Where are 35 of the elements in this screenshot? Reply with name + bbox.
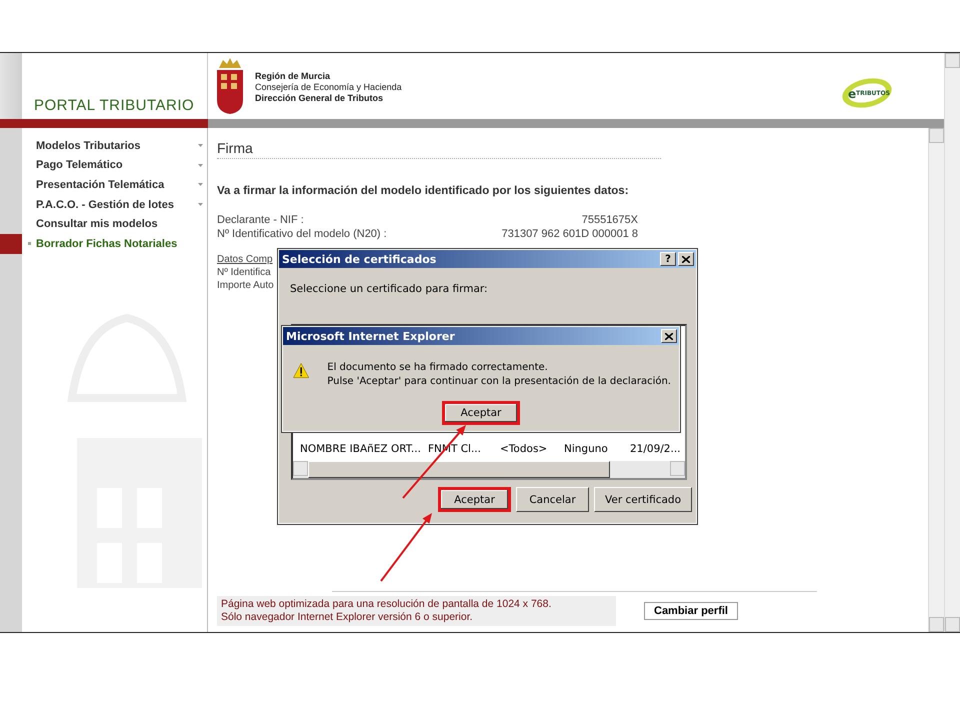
list-cell-text: NOMBRE IBAñEZ ORT... <box>300 442 422 454</box>
list-cell-text: <Todos> <box>500 442 548 454</box>
dialog-button[interactable]: Cancelar <box>516 487 590 512</box>
organization-line: Consejería de Economía y Hacienda <box>255 82 402 93</box>
list-cell-text: 21/09/2... <box>630 442 682 454</box>
intro-text: Va a firmar la información del modelo identificado por los siguientes datos: <box>217 185 630 197</box>
organization-line: Dirección General de Tributos <box>255 93 384 104</box>
sidebar-item[interactable]: Modelos Tributarios <box>22 136 207 156</box>
dialog-prompt: Seleccione un certificado para firmar: <box>290 283 488 295</box>
portal-title: PORTAL TRIBUTARIO <box>34 97 194 115</box>
field-value: 75551675X <box>582 214 638 228</box>
change-profile-button[interactable]: Cambiar perfil <box>644 602 738 620</box>
page-title: Firma <box>217 140 661 159</box>
field-label: Importe Auto <box>217 279 274 292</box>
alert-message: El documento se ha firmado correctamente. <box>327 361 549 375</box>
dialog-button[interactable]: Aceptar <box>438 487 512 512</box>
list-cell-text: Ninguno <box>564 442 609 454</box>
sidebar-item[interactable]: Borrador Fichas Notariales <box>22 234 207 254</box>
sidebar-item[interactable]: P.A.C.O. - Gestión de lotes <box>22 194 207 214</box>
sidebar-item[interactable]: Consultar mis modelos <box>22 214 207 234</box>
organization-line: Región de Murcia <box>255 71 332 82</box>
dialog-title: Selección de certificados <box>282 252 438 266</box>
section-link[interactable]: Datos Comp <box>217 253 273 266</box>
field-label: Nº Identifica <box>217 266 271 279</box>
dialog-title: Microsoft Internet Explorer <box>286 330 456 342</box>
sidebar-item[interactable]: Presentación Telemática <box>22 175 207 195</box>
sidebar-item[interactable]: Pago Telemático <box>22 156 207 176</box>
field-label: Nº Identificativo del modelo (N20) : <box>217 228 387 241</box>
browser-notice: Página web optimizada para una resolución de pantalla de 1024 x 768. Sólo navegador Internet Explorer versión 6 o superior. <box>217 596 616 626</box>
dialog-button[interactable]: Aceptar <box>442 401 520 425</box>
dialog-button[interactable]: Ver certificado <box>594 487 692 512</box>
alert-message: Pulse 'Aceptar' para continuar con la presentación de la declaración. <box>327 375 671 389</box>
field-label: Declarante - NIF : <box>217 214 304 228</box>
field-value: 731307 962 601D 000001 8 <box>502 228 638 241</box>
help-button[interactable]: ? <box>660 252 676 266</box>
